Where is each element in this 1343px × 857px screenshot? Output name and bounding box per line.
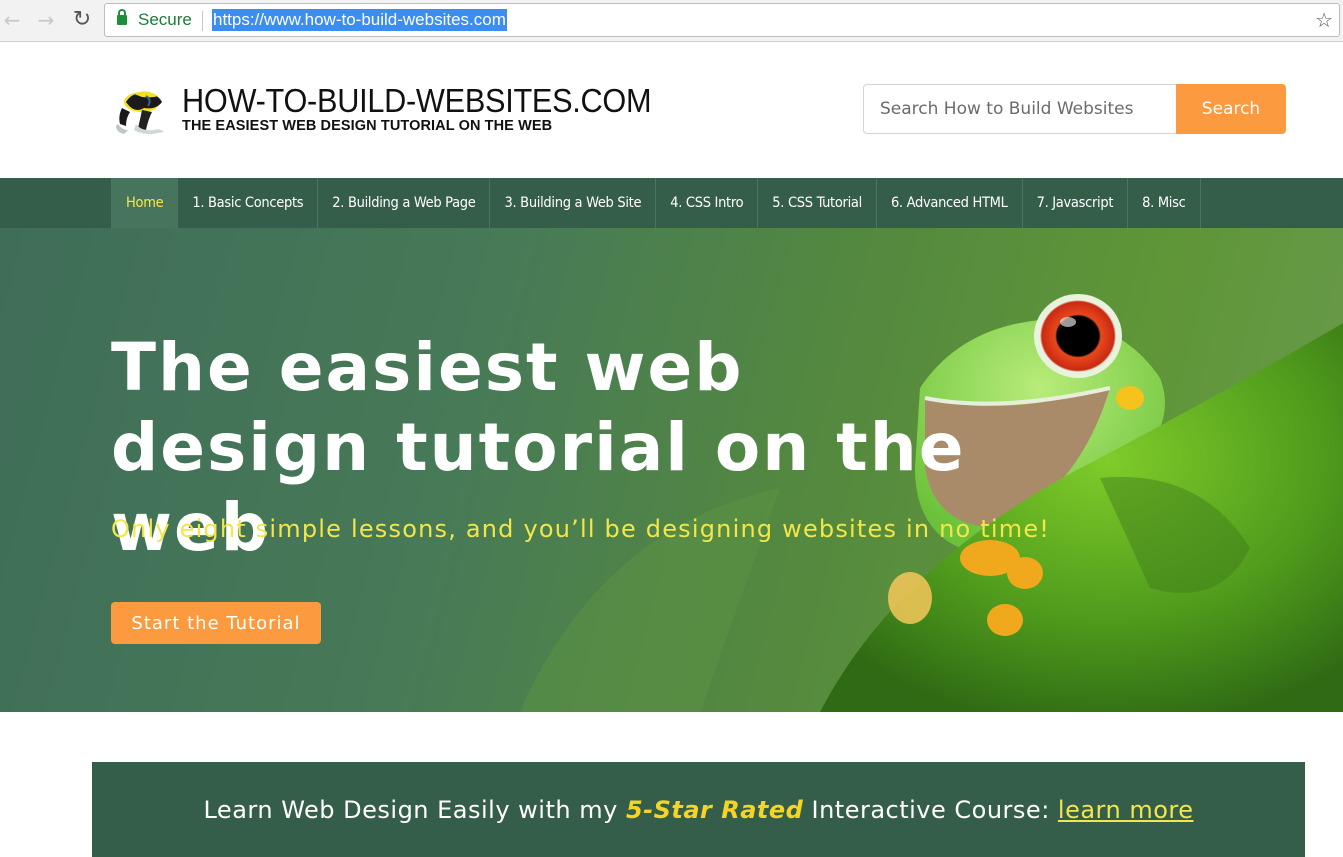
site-search: Search xyxy=(863,84,1286,134)
nav-list: Home 1. Basic Concepts 2. Building a Web… xyxy=(111,178,1201,228)
forward-arrow-icon[interactable]: → xyxy=(34,8,58,32)
frog-logo-icon xyxy=(116,91,164,134)
nav-item-basic-concepts[interactable]: 1. Basic Concepts xyxy=(178,178,319,228)
url-text[interactable]: https://www.how-to-build-websites.com xyxy=(212,9,507,31)
secure-label: Secure xyxy=(138,10,192,29)
address-separator xyxy=(202,11,203,31)
nav-item-home[interactable]: Home xyxy=(112,178,179,228)
start-tutorial-button[interactable]: Start the Tutorial xyxy=(111,602,321,644)
nav-item-misc[interactable]: 8. Misc xyxy=(1128,178,1201,228)
hero-subtitle: Only eight simple lessons, and you’ll be… xyxy=(111,515,1051,543)
nav-item-advanced-html[interactable]: 6. Advanced HTML xyxy=(877,178,1023,228)
nav-item-building-web-site[interactable]: 3. Building a Web Site xyxy=(490,178,657,228)
nav-item-css-tutorial[interactable]: 5. CSS Tutorial xyxy=(758,178,877,228)
logo-tagline: THE EASIEST WEB DESIGN TUTORIAL ON THE W… xyxy=(182,118,553,134)
main-nav: Home 1. Basic Concepts 2. Building a Web… xyxy=(0,178,1343,228)
course-banner: Learn Web Design Easily with my 5-Star R… xyxy=(92,762,1305,857)
bookmark-star-icon[interactable]: ☆ xyxy=(1315,8,1333,32)
search-button[interactable]: Search xyxy=(1176,84,1286,134)
banner-rating-emphasis: 5-Star Rated xyxy=(625,796,804,824)
nav-item-building-web-page[interactable]: 2. Building a Web Page xyxy=(318,178,491,228)
site-logo[interactable]: HOW-TO-BUILD-WEBSITES.COM THE EASIEST WE… xyxy=(112,80,682,140)
learn-more-link[interactable]: learn more xyxy=(1058,796,1194,824)
lock-icon xyxy=(117,9,127,25)
course-banner-text: Learn Web Design Easily with my 5-Star R… xyxy=(92,796,1305,824)
reload-icon[interactable]: ↻ xyxy=(70,8,94,32)
banner-suffix: Interactive Course: xyxy=(803,796,1058,824)
browser-toolbar: ← → ↻ Secure https://www.how-to-build-we… xyxy=(0,0,1343,42)
back-arrow-icon[interactable]: ← xyxy=(0,8,24,32)
nav-item-javascript[interactable]: 7. Javascript xyxy=(1023,178,1129,228)
hero-section: The easiest web design tutorial on the w… xyxy=(0,228,1343,712)
search-input[interactable] xyxy=(863,84,1177,134)
address-bar[interactable]: Secure https://www.how-to-build-websites… xyxy=(104,3,1340,37)
banner-prefix: Learn Web Design Easily with my xyxy=(203,796,626,824)
site-header: HOW-TO-BUILD-WEBSITES.COM THE EASIEST WE… xyxy=(0,42,1343,178)
nav-item-css-intro[interactable]: 4. CSS Intro xyxy=(656,178,759,228)
logo-title: HOW-TO-BUILD-WEBSITES.COM xyxy=(182,82,652,119)
